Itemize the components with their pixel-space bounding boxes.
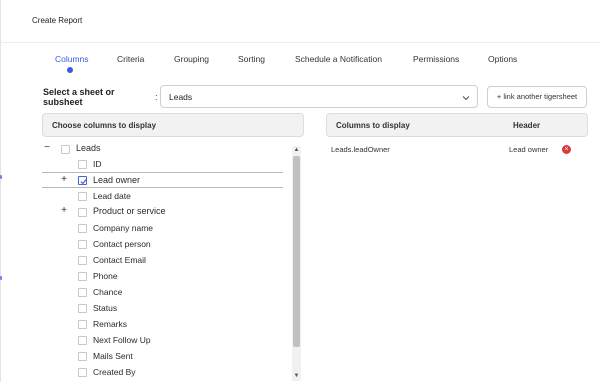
active-tab-indicator	[67, 67, 73, 73]
column-checkbox-checked[interactable]	[78, 176, 87, 185]
tab-grouping[interactable]: Grouping	[174, 54, 209, 64]
choose-columns-title: Choose columns to display	[52, 121, 157, 130]
chevron-down-icon	[461, 90, 471, 101]
column-checkbox[interactable]	[78, 352, 87, 361]
column-checkbox[interactable]	[78, 336, 87, 345]
page-title: Create Report	[32, 16, 83, 25]
column-checkbox[interactable]	[78, 320, 87, 329]
column-item-id[interactable]: ID	[93, 159, 102, 173]
tab-columns[interactable]: Columns	[55, 54, 89, 64]
column-checkbox[interactable]	[78, 368, 87, 377]
scroll-down-arrow-icon[interactable]: ▼	[293, 372, 300, 380]
collapse-toggle[interactable]: −	[43, 142, 51, 153]
tab-criteria[interactable]: Criteria	[117, 54, 144, 64]
column-item-created-by[interactable]: Created By	[93, 367, 136, 381]
header-divider	[0, 42, 600, 43]
display-column-header[interactable]: Lead owner	[509, 145, 548, 154]
choose-columns-header: Choose columns to display	[42, 113, 304, 137]
left-edge-border	[0, 0, 1, 382]
column-item-product-or-service[interactable]: Product or service	[93, 206, 166, 220]
column-checkbox[interactable]	[78, 192, 87, 201]
root-checkbox[interactable]	[61, 145, 70, 154]
left-edge-marker	[0, 175, 2, 179]
column-checkbox[interactable]	[78, 256, 87, 265]
column-item-lead-date[interactable]: Lead date	[93, 191, 131, 205]
expand-toggle[interactable]: +	[60, 205, 68, 216]
column-checkbox[interactable]	[78, 272, 87, 281]
column-checkbox[interactable]	[78, 224, 87, 233]
tab-sorting[interactable]: Sorting	[238, 54, 265, 64]
tree-root-leads[interactable]: Leads	[76, 143, 101, 153]
column-item-phone[interactable]: Phone	[93, 271, 118, 285]
tree-scrollbar-thumb[interactable]	[293, 156, 300, 347]
expand-toggle[interactable]: +	[60, 174, 68, 185]
selection-line	[42, 187, 283, 188]
scroll-up-arrow-icon[interactable]: ▲	[293, 146, 300, 154]
column-item-mails-sent[interactable]: Mails Sent	[93, 351, 133, 365]
tab-permissions[interactable]: Permissions	[413, 54, 459, 64]
column-checkbox[interactable]	[78, 160, 87, 169]
display-columns-header: Columns to display Header	[326, 113, 588, 137]
sheet-select-colon: :	[155, 92, 158, 102]
column-item-contact-person[interactable]: Contact person	[93, 239, 151, 253]
display-column-name: Leads.leadOwner	[331, 145, 390, 154]
tab-schedule-notification[interactable]: Schedule a Notification	[295, 54, 382, 64]
column-item-contact-email[interactable]: Contact Email	[93, 255, 146, 269]
sheet-select-label: Select a sheet or subsheet	[43, 87, 115, 107]
column-checkbox[interactable]	[78, 288, 87, 297]
columns-to-display-title: Columns to display	[336, 121, 410, 130]
sheet-select-value: Leads	[169, 92, 193, 102]
column-item-chance[interactable]: Chance	[93, 287, 122, 301]
left-edge-marker	[0, 276, 2, 280]
sheet-select-dropdown[interactable]: Leads	[160, 85, 478, 108]
tab-options[interactable]: Options	[488, 54, 517, 64]
column-checkbox[interactable]	[78, 240, 87, 249]
column-checkbox[interactable]	[78, 208, 87, 217]
header-column-title: Header	[513, 121, 541, 130]
column-checkbox[interactable]	[78, 304, 87, 313]
column-item-company-name[interactable]: Company name	[93, 223, 153, 237]
remove-column-icon[interactable]: ×	[562, 145, 571, 154]
column-item-remarks[interactable]: Remarks	[93, 319, 127, 333]
column-item-status[interactable]: Status	[93, 303, 117, 317]
column-item-next-follow-up[interactable]: Next Follow Up	[93, 335, 151, 349]
selection-line	[42, 172, 283, 173]
check-icon	[80, 178, 87, 185]
link-another-sheet-button[interactable]: + link another tigersheet	[487, 86, 587, 108]
